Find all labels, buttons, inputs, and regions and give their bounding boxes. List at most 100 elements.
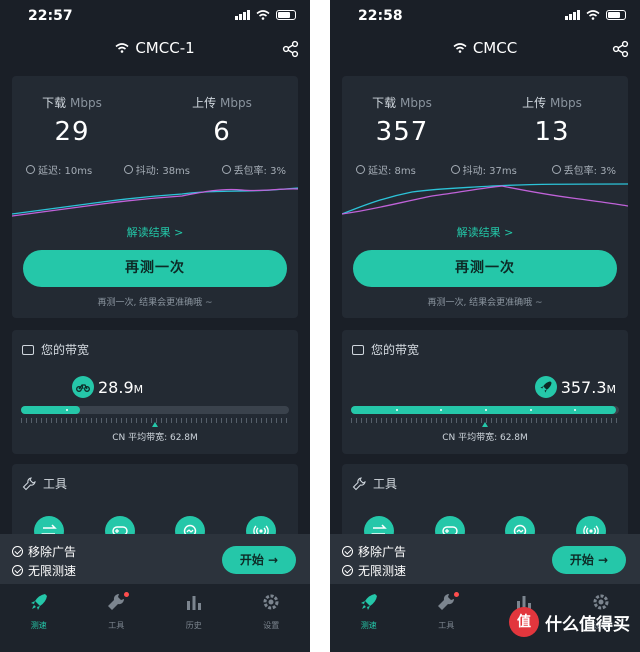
tab-bar: 测速 工具 历史 设置: [0, 584, 310, 652]
bicycle-icon: [72, 376, 94, 398]
bandwidth-value: 28.9: [98, 377, 134, 397]
rocket-icon: [360, 594, 377, 610]
bandwidth-title: 您的带宽: [371, 343, 420, 357]
upload-value: 6: [213, 117, 231, 147]
status-bar: 22:57: [0, 0, 310, 32]
upload-metric: 上传 Mbps 13: [492, 94, 612, 147]
battery-icon: [606, 10, 626, 20]
ad-item-remove-ads: 移除广告: [28, 545, 77, 559]
tab-tools[interactable]: 工具: [91, 592, 141, 652]
tab-settings[interactable]: 设置: [246, 592, 296, 652]
download-value: 357: [375, 117, 429, 147]
notification-dot: [124, 592, 130, 597]
loss-text: 丢包率: 3%: [563, 166, 616, 177]
tab-tools[interactable]: 工具: [421, 592, 471, 652]
average-bandwidth-label: CN 平均带宽: 62.8M: [442, 433, 528, 443]
ad-item-unlimited: 无限测速: [28, 564, 77, 578]
bandwidth-unit: M: [133, 382, 144, 396]
start-button[interactable]: 开始 →: [222, 546, 296, 574]
wrench-icon: [438, 593, 455, 610]
status-time: 22:58: [358, 8, 403, 24]
tab-label: 工具: [438, 621, 455, 630]
right-phone-screen: 22:58 CMCC 下载 Mbps 357 上传 Mbps 13 延迟: 8m…: [330, 0, 640, 652]
bandwidth-card: 您的带宽 357.3M CN 平均带宽: 62.8M: [342, 330, 628, 454]
ssid-text: CMCC: [472, 39, 518, 57]
upload-line: [342, 185, 628, 215]
latency-text: 延迟: 10ms: [38, 166, 93, 177]
rocket-icon: [30, 594, 47, 610]
speed-graph: [12, 187, 298, 217]
download-label: 下载: [372, 96, 397, 110]
chart-icon: [186, 596, 201, 610]
tab-label: 历史: [185, 621, 202, 630]
bandwidth-fill: [21, 406, 80, 414]
wifi-icon: [453, 43, 467, 53]
interpret-results-link[interactable]: 解读结果 >: [12, 224, 298, 240]
scale-dot: [395, 409, 398, 411]
upload-label: 上传: [522, 96, 547, 110]
tab-label: 测速: [30, 621, 47, 630]
signal-icon: [565, 10, 580, 20]
ad-item-remove-ads: 移除广告: [358, 545, 407, 559]
tab-label: 设置: [263, 621, 280, 630]
ad-item-unlimited: 无限测速: [358, 564, 407, 578]
bandwidth-fill: [351, 406, 617, 414]
loss-icon: [551, 165, 561, 174]
tab-label: 工具: [108, 621, 125, 630]
bandwidth-badge: 28.9M: [72, 376, 143, 398]
share-icon[interactable]: [612, 40, 630, 58]
retest-button[interactable]: 再测一次: [23, 250, 287, 287]
interpret-results-link[interactable]: 解读结果 >: [342, 224, 628, 240]
wrench-icon: [108, 593, 125, 610]
upload-unit: Mbps: [550, 96, 582, 110]
upload-unit: Mbps: [220, 96, 252, 110]
average-marker: [152, 422, 158, 427]
ad-banner: 移除广告 无限测速 开始 →: [330, 534, 640, 584]
download-metric: 下载 Mbps 29: [12, 94, 132, 147]
watermark-text: 什么值得买: [545, 614, 630, 635]
check-circle-icon: [342, 565, 353, 576]
average-bandwidth-label: CN 平均带宽: 62.8M: [112, 433, 198, 443]
jitter-icon: [123, 165, 133, 174]
system-icons: [235, 10, 296, 20]
upload-metric: 上传 Mbps 6: [162, 94, 282, 147]
scale-dot: [65, 409, 68, 411]
clock-icon: [356, 165, 365, 174]
share-icon[interactable]: [282, 40, 300, 58]
tools-title: 工具: [373, 477, 398, 491]
wifi-icon: [115, 43, 129, 53]
network-stats: 延迟: 8ms 抖动: 37ms 丢包率: 3%: [356, 162, 616, 177]
jitter-text: 抖动: 37ms: [462, 166, 517, 177]
download-metric: 下载 Mbps 357: [342, 94, 462, 147]
speed-graph: [342, 183, 628, 215]
upload-line: [12, 188, 298, 217]
speed-result-card: 下载 Mbps 29 上传 Mbps 6 延迟: 10ms 抖动: 38ms 丢…: [12, 76, 298, 318]
download-value: 29: [54, 117, 90, 147]
loss-icon: [221, 165, 231, 174]
retest-hint: 再测一次, 结果会更准确哦 ~: [97, 298, 213, 308]
left-phone-screen: 22:57 CMCC-1 下载 Mbps 29 上传 Mbps 6 延迟: 10…: [0, 0, 310, 652]
watermark-logo: 值: [509, 607, 539, 637]
router-icon: [352, 344, 364, 355]
loss-text: 丢包率: 3%: [233, 166, 286, 177]
bandwidth-title: 您的带宽: [41, 343, 90, 357]
ssid-label: CMCC: [453, 39, 517, 57]
tab-speedtest[interactable]: 测速: [344, 592, 394, 652]
wifi-icon: [586, 10, 600, 20]
upload-value: 13: [534, 117, 570, 147]
watermark: 值 什么值得买: [509, 607, 630, 637]
wifi-icon: [256, 10, 270, 20]
download-unit: Mbps: [400, 96, 432, 110]
check-circle-icon: [342, 546, 353, 557]
start-button[interactable]: 开始 →: [552, 546, 626, 574]
tools-title: 工具: [43, 477, 68, 491]
tab-speedtest[interactable]: 测速: [14, 592, 64, 652]
tab-history[interactable]: 历史: [169, 592, 219, 652]
retest-button[interactable]: 再测一次: [353, 250, 617, 287]
download-unit: Mbps: [70, 96, 102, 110]
router-icon: [22, 344, 34, 355]
average-marker: [482, 422, 488, 427]
upload-label: 上传: [192, 96, 217, 110]
bandwidth-scale: [21, 406, 289, 414]
ad-banner: 移除广告 无限测速 开始 →: [0, 534, 310, 584]
